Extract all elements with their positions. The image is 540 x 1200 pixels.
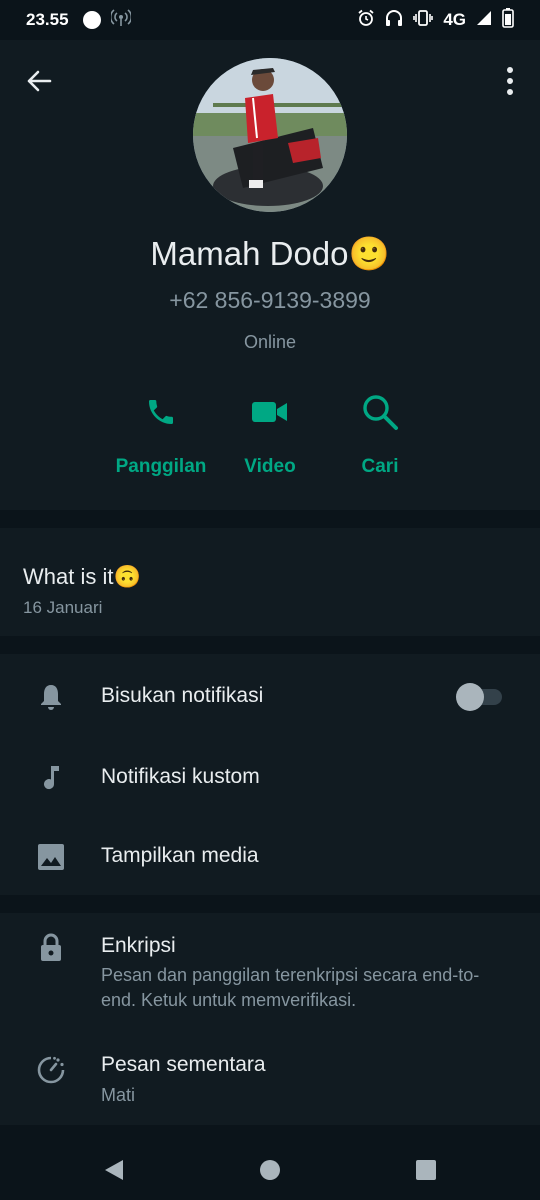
show-media-row[interactable]: Tampilkan media: [0, 816, 540, 895]
image-icon: [36, 842, 66, 872]
headphones-icon: [385, 9, 403, 31]
status-bar: 23.55 4G: [0, 0, 540, 40]
contact-phone: +62 856-9139-3899: [169, 287, 371, 313]
custom-notifications-label: Notifikasi kustom: [101, 765, 260, 788]
phone-icon: [139, 390, 183, 434]
about-text: What is it🙃: [23, 564, 141, 589]
more-vert-icon[interactable]: [498, 62, 522, 100]
alarm-icon: [357, 9, 375, 31]
arrow-back-icon[interactable]: [20, 62, 58, 100]
mute-notifications-row[interactable]: Bisukan notifikasi: [0, 654, 540, 736]
network-type: 4G: [443, 10, 466, 29]
about-section[interactable]: What is it🙃 16 Januari: [0, 528, 540, 636]
search-button[interactable]: Cari: [325, 390, 435, 478]
contact-name: Mamah Dodo🙂: [150, 235, 390, 272]
navigation-bar: [0, 1140, 540, 1200]
circle-icon: [82, 11, 101, 29]
custom-notifications-row[interactable]: Notifikasi kustom: [0, 736, 540, 816]
hotspot-icon: [109, 8, 132, 32]
encryption-label: Enkripsi: [101, 934, 176, 957]
video-button[interactable]: Video: [215, 390, 325, 478]
battery-icon: [502, 8, 514, 32]
bell-icon: [36, 682, 66, 712]
status-time: 23.55: [26, 10, 69, 29]
disappearing-messages-label: Pesan sementara: [101, 1053, 266, 1076]
search-button-label: Cari: [361, 456, 399, 477]
contact-status: Online: [243, 332, 297, 352]
disappearing-messages-row[interactable]: Pesan sementara Mati: [0, 1028, 540, 1125]
video-icon: [248, 390, 292, 434]
show-media-label: Tampilkan media: [101, 844, 259, 867]
encryption-row[interactable]: Enkripsi Pesan dan panggilan terenkripsi…: [0, 913, 540, 1028]
mute-notifications-label: Bisukan notifikasi: [101, 684, 264, 707]
privacy-settings: Enkripsi Pesan dan panggilan terenkripsi…: [0, 913, 540, 1125]
avatar[interactable]: [193, 58, 347, 212]
encryption-description: Pesan dan panggilan terenkripsi secara e…: [101, 965, 480, 1010]
mute-notifications-toggle[interactable]: [456, 683, 502, 711]
vibrate-icon: [413, 9, 434, 31]
nav-home-icon[interactable]: [258, 1158, 282, 1182]
notification-settings: Bisukan notifikasi Notifikasi kustom Tam…: [0, 654, 540, 895]
about-date: 16 Januari: [23, 598, 103, 617]
nav-back-icon[interactable]: [102, 1158, 126, 1182]
call-button[interactable]: Panggilan: [106, 390, 216, 478]
music-note-icon: [36, 763, 66, 793]
timer-icon: [36, 1055, 66, 1085]
video-button-label: Video: [244, 456, 296, 477]
contact-header: Mamah Dodo🙂 +62 856-9139-3899 Online Pan…: [0, 40, 540, 510]
nav-recents-icon[interactable]: [414, 1158, 438, 1182]
disappearing-messages-value: Mati: [101, 1085, 136, 1105]
lock-icon: [36, 933, 66, 963]
search-icon: [358, 390, 402, 434]
signal-icon: [476, 10, 492, 30]
call-button-label: Panggilan: [115, 456, 207, 477]
